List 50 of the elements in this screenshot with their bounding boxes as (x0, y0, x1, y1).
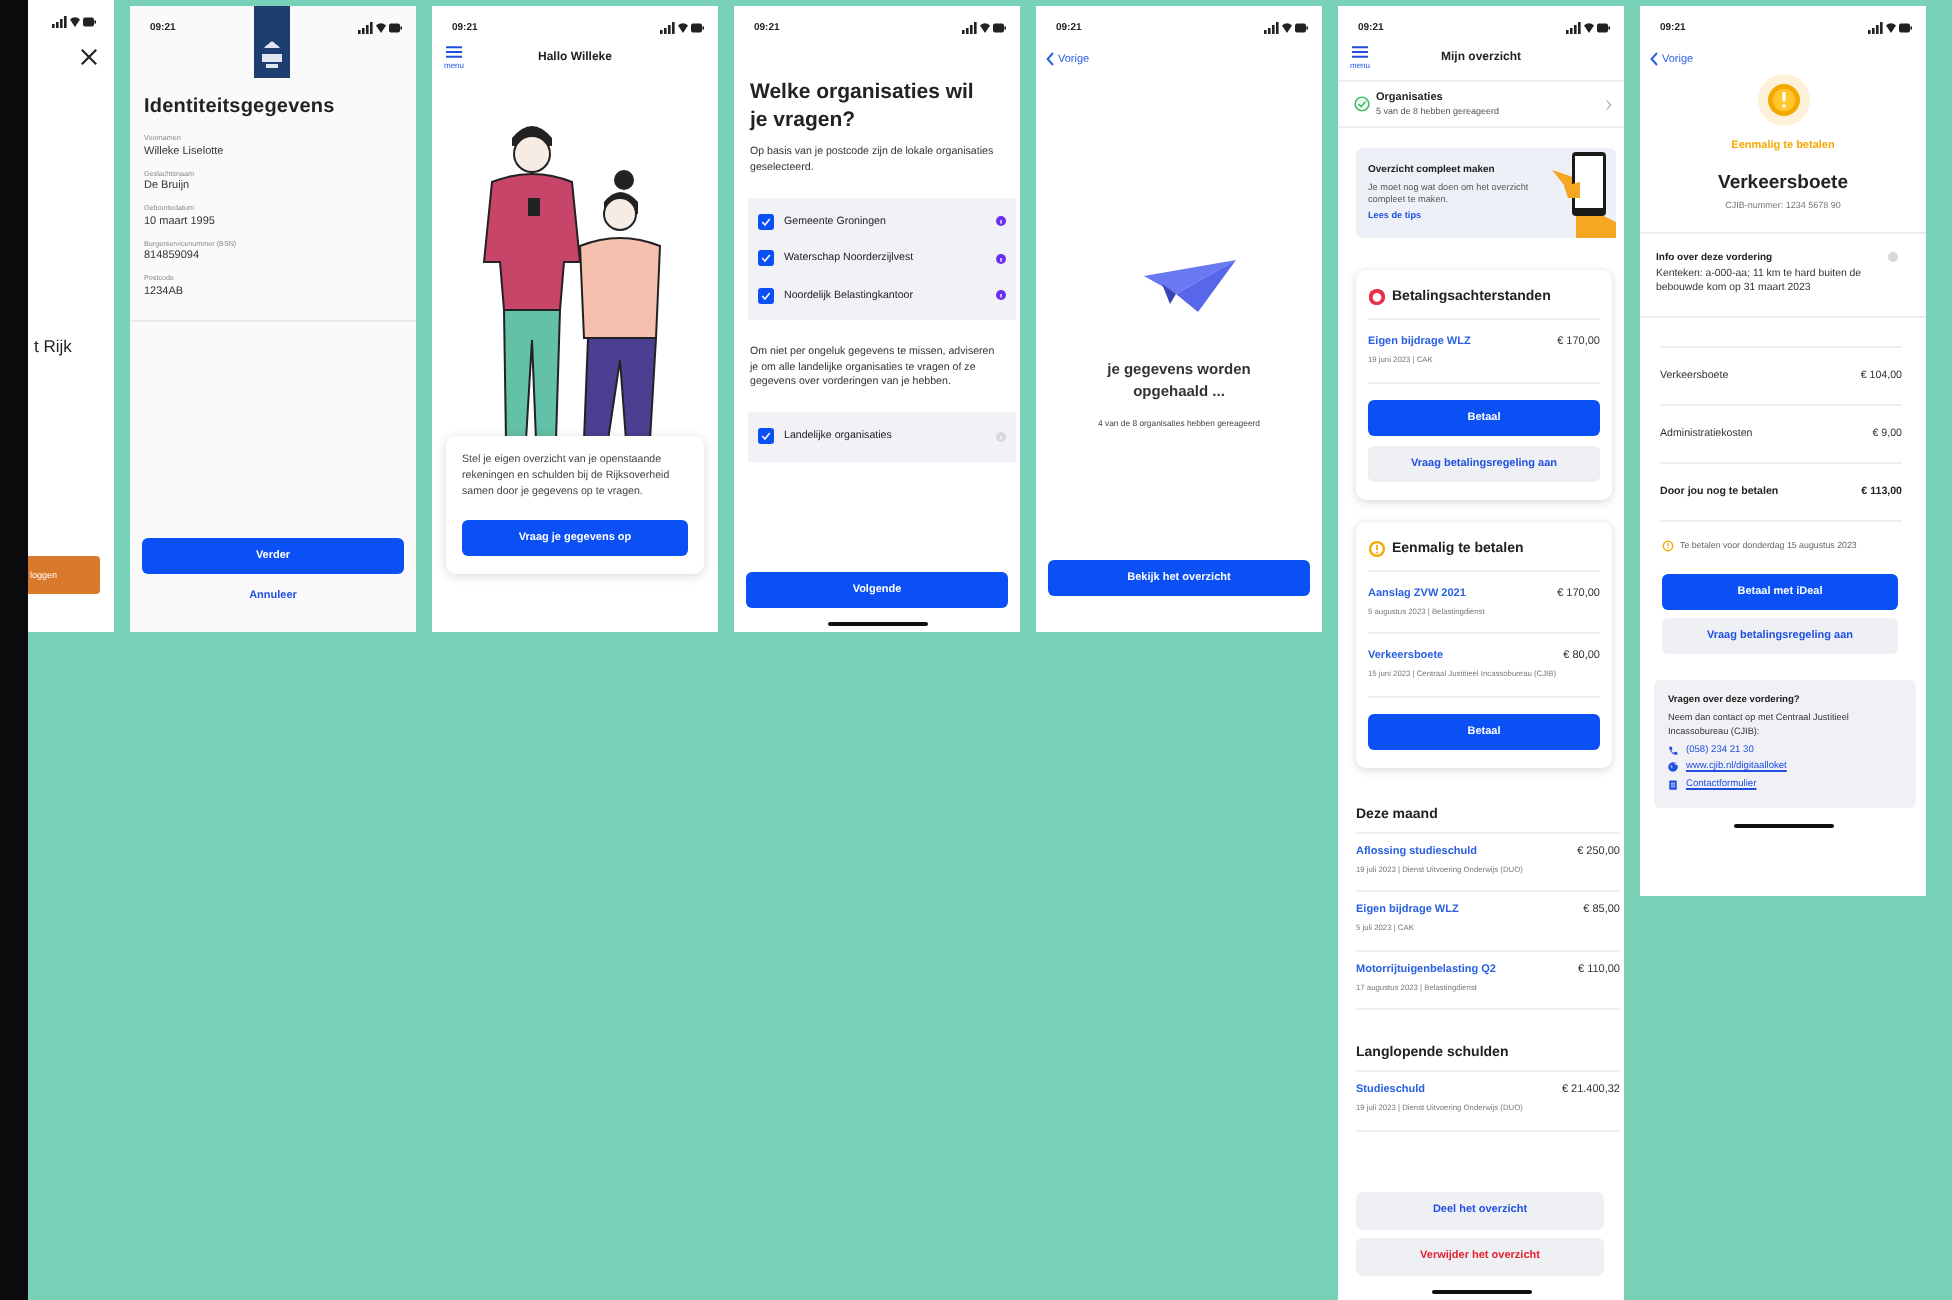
signal-icon (1868, 21, 1883, 33)
exclamation-icon (1368, 539, 1386, 558)
chevron-right-icon (1606, 99, 1612, 109)
heading-text: t Rijk (32, 336, 74, 356)
battery-icon (691, 22, 704, 32)
screen-title: Identiteitsgegevens (144, 96, 337, 118)
checkbox[interactable] (758, 213, 774, 230)
signal-icon (962, 21, 977, 33)
battery-icon (1597, 22, 1610, 32)
battery-icon (993, 22, 1006, 32)
home-indicator (1431, 1289, 1531, 1294)
globe-icon (1668, 762, 1678, 773)
phone-icon (1668, 745, 1678, 756)
close-icon[interactable] (80, 48, 98, 66)
battery-icon (83, 16, 96, 26)
claim-title: Verkeersboete (1716, 172, 1850, 194)
phone-hand-drawing (1548, 150, 1616, 239)
wifi-icon (376, 22, 386, 32)
form-icon (1668, 779, 1678, 790)
emblem-logo (254, 6, 290, 78)
paper-plane-icon (1143, 260, 1235, 312)
wifi-icon (1584, 22, 1594, 32)
screen-title: Welke organisaties wil je vragen? (750, 80, 976, 135)
exclamation-icon (1662, 539, 1674, 552)
battery-icon (389, 22, 402, 32)
wifi-icon (678, 22, 688, 32)
info-icon[interactable] (996, 253, 1006, 264)
signal-icon (660, 21, 675, 33)
battery-icon (1295, 22, 1308, 32)
home-indicator (1733, 823, 1833, 828)
signal-icon (1264, 21, 1279, 33)
checkbox[interactable] (758, 428, 774, 445)
wifi-icon (1282, 22, 1292, 32)
alert-blob-icon (1368, 288, 1386, 307)
wifi-icon (70, 16, 80, 26)
checkbox[interactable] (758, 287, 774, 304)
wifi-icon (980, 22, 990, 32)
chevron-left-icon (1650, 52, 1658, 66)
wifi-icon (1886, 22, 1896, 32)
chevron-left-icon (1046, 52, 1054, 66)
signal-icon (1566, 21, 1581, 33)
info-icon[interactable] (996, 290, 1006, 301)
signal-icon (358, 21, 373, 33)
check-circle-icon (1354, 96, 1370, 112)
battery-icon (1899, 22, 1912, 32)
checkbox[interactable] (758, 250, 774, 267)
home-indicator (827, 622, 927, 626)
signal-icon (52, 15, 67, 27)
exclamation-icon (1757, 74, 1809, 126)
info-icon[interactable] (996, 216, 1006, 227)
